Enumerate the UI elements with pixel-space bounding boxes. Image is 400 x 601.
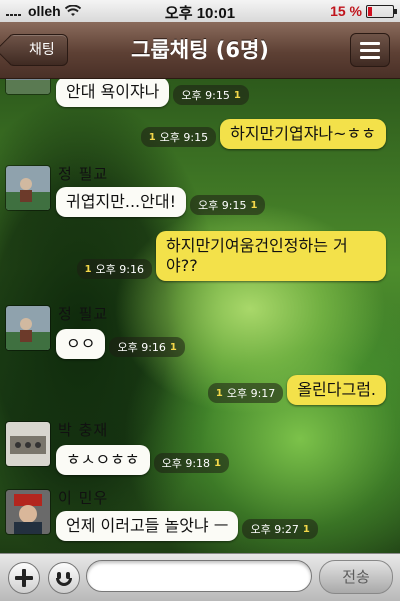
emoji-icon[interactable] (48, 562, 80, 594)
message-meta: 1 오후 9:15 (140, 127, 217, 147)
message-outgoing: 1 오후 9:15 하지만기엽쟈나~ㅎㅎ (140, 119, 386, 149)
sender-name: 정 필교 (58, 305, 109, 323)
unread-count: 1 (302, 523, 310, 535)
unread-count: 1 (250, 199, 258, 211)
message-bubble[interactable]: 하지만기여움건인정하는 거야?? (156, 231, 386, 281)
message-meta: 1 오후 9:16 (76, 259, 152, 279)
avatar[interactable] (5, 489, 51, 535)
message-time: 오후 9:15 (159, 131, 209, 144)
send-button[interactable]: 전송 (319, 560, 393, 594)
sender-name: 박 충재 (58, 421, 109, 439)
status-bar: olleh 오후 10:01 15 % (0, 0, 400, 22)
message-incoming: 귀엽지만...안대! 오후 9:15 1 (56, 187, 266, 217)
chat-area[interactable]: 안대 욕이쟈나 오후 9:15 1 1 오후 9:15 하지만기엽쟈나~ㅎㅎ 정… (0, 79, 400, 553)
battery-status: 15 % (330, 3, 397, 19)
message-time: 오후 9:18 (161, 457, 211, 470)
sender-name: 정 필교 (58, 165, 109, 183)
message-input[interactable] (86, 560, 312, 592)
message-outgoing: 1 오후 9:17 올린다그럼. (207, 375, 386, 405)
unread-count: 1 (233, 89, 241, 101)
message-time: 오후 9:15 (181, 89, 230, 102)
unread-count: 1 (84, 263, 92, 275)
message-meta: 오후 9:27 1 (242, 519, 318, 539)
message-incoming: 언제 이러고들 놀앗냐 ㅡ 오후 9:27 1 (56, 511, 318, 541)
unread-count: 1 (169, 341, 177, 353)
message-bubble[interactable]: 귀엽지만...안대! (56, 187, 186, 217)
message-bubble[interactable]: ㅎㅅㅇㅎㅎ (56, 445, 150, 475)
message-bubble[interactable]: 안대 욕이쟈나 (56, 79, 170, 107)
menu-button[interactable] (350, 33, 390, 67)
avatar[interactable] (5, 165, 51, 211)
message-bubble[interactable]: 언제 이러고들 놀앗냐 ㅡ (56, 511, 239, 541)
avatar[interactable] (5, 421, 51, 467)
nav-bar: 채팅 그룹채팅 (6명) (0, 22, 400, 79)
message-input-bar: 전송 (0, 553, 400, 601)
message-incoming: ㅎㅅㅇㅎㅎ 오후 9:18 1 (56, 445, 230, 475)
avatar[interactable] (5, 305, 51, 351)
message-outgoing: 1 오후 9:16 하지만기여움건인정하는 거야?? (76, 231, 386, 281)
message-bubble[interactable]: 하지만기엽쟈나~ㅎㅎ (220, 119, 386, 149)
message-meta: 1 오후 9:17 (207, 383, 284, 403)
battery-percent: 15 % (330, 3, 362, 19)
message-time: 오후 9:16 (95, 263, 144, 276)
menu-icon (360, 41, 380, 45)
message-time: 오후 9:27 (250, 523, 299, 536)
message-meta: 오후 9:15 1 (173, 85, 249, 105)
unread-count: 1 (148, 131, 156, 143)
battery-icon (366, 4, 397, 18)
avatar[interactable] (5, 79, 51, 95)
message-time: 오후 9:15 (198, 199, 247, 212)
message-bubble[interactable]: ㅇㅇ (56, 329, 106, 359)
unread-count: 1 (215, 387, 223, 399)
message-bubble[interactable]: 올린다그럼. (287, 375, 386, 405)
message-time: 오후 9:17 (226, 387, 276, 400)
message-time: 오후 9:16 (117, 341, 166, 354)
page-title: 그룹채팅 (6명) (131, 38, 269, 62)
message-meta: 오후 9:18 1 (153, 453, 230, 473)
message-meta: 오후 9:15 1 (190, 195, 266, 215)
sender-name: 이 민우 (58, 489, 109, 507)
plus-icon[interactable] (8, 562, 40, 594)
message-meta: 오후 9:16 1 (109, 337, 185, 357)
message-incoming: 안대 욕이쟈나 오후 9:15 1 (56, 79, 249, 107)
message-incoming: ㅇㅇ 오후 9:16 1 (56, 329, 185, 359)
unread-count: 1 (214, 457, 222, 469)
